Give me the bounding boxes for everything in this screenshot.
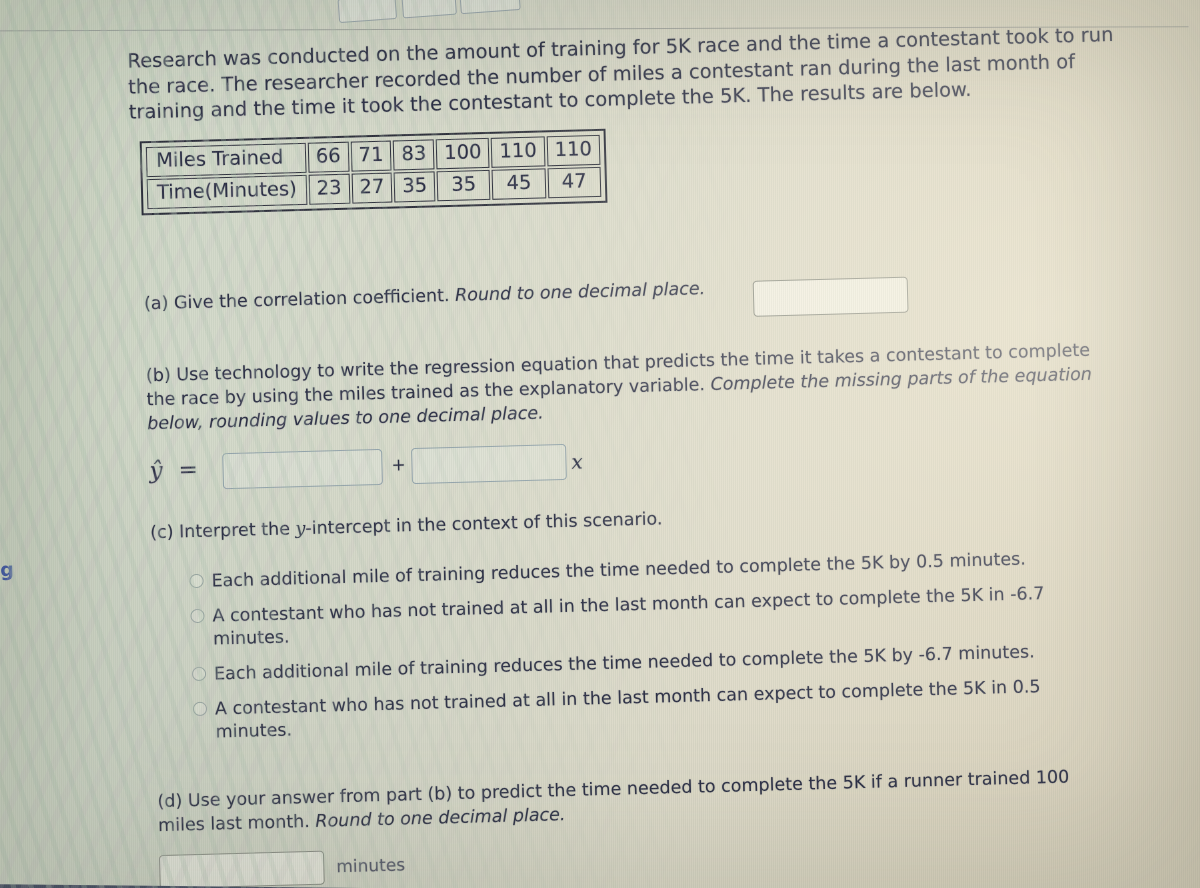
part-b-slope-input[interactable]: [411, 443, 567, 485]
radio-button-icon-3[interactable]: [192, 701, 208, 717]
data-table: Miles Trained 66 71 83 100 110 110 Time(…: [139, 128, 608, 216]
option-row-3[interactable]: A contestant who has not trained at all …: [192, 675, 1099, 745]
cell-miles-1: 71: [350, 140, 392, 172]
part-d-unit-label: minutes: [336, 855, 406, 878]
cell-miles-2: 83: [393, 139, 435, 171]
row-label-miles: Miles Trained: [145, 142, 307, 178]
part-c-prompt-prefix: (c) Interpret the: [149, 519, 296, 544]
part-b-intercept-input[interactable]: [222, 448, 384, 490]
part-a-prompt-italic: Round to one decimal place.: [454, 279, 706, 306]
part-c-prompt-suffix: -intercept in the context of this scenar…: [305, 509, 663, 539]
part-d-prompt-italic: Round to one decimal place.: [315, 805, 566, 832]
cell-time-4: 45: [491, 168, 546, 200]
radio-button-icon-2[interactable]: [191, 666, 207, 682]
part-a-prompt: (a) Give the correlation coefficient. Ro…: [144, 276, 764, 317]
cell-time-2: 35: [393, 171, 436, 203]
option-row-1[interactable]: A contestant who has not trained at all …: [190, 582, 1096, 652]
part-c-prompt: (c) Interpret the y-intercept in the con…: [150, 507, 663, 545]
top-toolbar-fragment: [337, 0, 699, 24]
part-a-prompt-plain: (a) Give the correlation coefficient.: [143, 285, 456, 315]
homework-page: Research was conducted on the amount of …: [0, 0, 1200, 888]
part-a-answer-input[interactable]: [752, 276, 909, 317]
cell-miles-4: 110: [491, 136, 546, 168]
cell-time-5: 47: [547, 166, 602, 199]
equation-x-variable: x: [571, 449, 584, 474]
equation-lhs-yhat: ŷ: [149, 457, 163, 485]
row-label-time: Time(Minutes): [146, 174, 308, 210]
offscreen-left-glyph: g: [0, 558, 15, 582]
cell-time-0: 23: [308, 173, 350, 205]
cell-miles-0: 66: [307, 141, 350, 173]
cell-miles-5: 110: [546, 134, 601, 167]
radio-button-icon-0[interactable]: [189, 573, 204, 589]
problem-intro-text: Research was conducted on the amount of …: [127, 22, 1114, 124]
toolbar-button-fragment-1[interactable]: [337, 0, 398, 24]
option-label-3: A contestant who has not trained at all …: [214, 677, 1041, 743]
equation-equals-sign: =: [178, 456, 199, 484]
toolbar-button-fragment-3[interactable]: [459, 0, 521, 15]
option-label-1: A contestant who has not trained at all …: [212, 584, 1045, 650]
cell-time-1: 27: [351, 172, 393, 204]
part-d-answer-input[interactable]: [158, 850, 325, 888]
radio-button-icon-1[interactable]: [190, 608, 205, 624]
part-d-prompt: (d) Use your answer from part (b) to pre…: [157, 765, 1103, 839]
cell-time-3: 35: [436, 169, 491, 202]
part-b-prompt: (b) Use technology to write the regressi…: [146, 339, 1098, 437]
cell-miles-3: 100: [435, 137, 490, 170]
equation-plus-sign: +: [391, 455, 407, 476]
part-d-prompt-plain: (d) Use your answer from part (b) to pre…: [157, 767, 1070, 837]
photographed-screen: Research was conducted on the amount of …: [0, 0, 1200, 888]
toolbar-button-fragment-2[interactable]: [401, 0, 457, 19]
